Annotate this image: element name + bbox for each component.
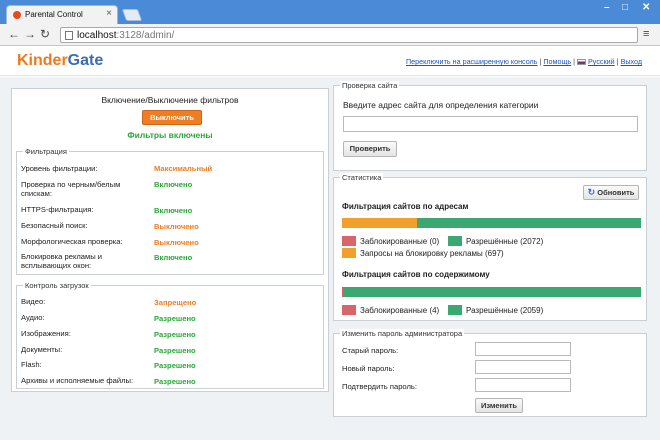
content-filter-bar (342, 287, 641, 297)
blocked-swatch (342, 236, 356, 246)
help-link[interactable]: Помощь (543, 57, 571, 66)
browser-tabbar: Parental Control × – □ ✕ (0, 0, 660, 24)
ads-swatch (342, 248, 356, 258)
filter-level-value: Максимальный (154, 164, 213, 173)
password-panel: Изменить пароль администратора Старый па… (333, 329, 647, 417)
filtering-legend: Фильтрация (23, 147, 69, 156)
filtering-section: Фильтрация Уровень фильтрации: Максималь… (16, 147, 324, 275)
switch-console-link[interactable]: Переключить на расширенную консоль (406, 57, 538, 66)
downloads-legend: Контроль загрузок (23, 281, 91, 290)
archives-value: Разрешено (154, 377, 196, 386)
page-content: Включение/Выключение фильтров Выключить … (0, 77, 660, 440)
disable-filters-button[interactable]: Выключить (142, 110, 202, 125)
address-ads-segment (342, 218, 417, 228)
safe-search-value: Выключено (154, 222, 199, 231)
filter-level-label: Уровень фильтрации: (21, 164, 98, 173)
downloads-section: Контроль загрузок Видео: Запрещено Аудио… (16, 281, 324, 389)
images-value: Разрешено (154, 330, 196, 339)
filter-toggle-title: Включение/Выключение фильтров (101, 95, 239, 105)
morphology-check-label: Морфологическая проверка: (21, 237, 123, 246)
content-allowed-label: Разрешённые (2059) (466, 306, 544, 315)
site-check-legend: Проверка сайта (340, 81, 400, 90)
address-ads-label: Запросы на блокировку рекламы (697) (360, 249, 504, 258)
flash-label: Flash: (21, 360, 42, 369)
favicon-icon (13, 11, 21, 19)
refresh-icon: ↻ (587, 187, 596, 197)
old-password-input[interactable] (475, 342, 571, 356)
tab-close-icon[interactable]: × (106, 8, 112, 19)
blacklist-check-label: Проверка по черным/белым спискам: (21, 180, 121, 198)
maximize-icon[interactable]: □ (622, 2, 628, 13)
minimize-icon[interactable]: – (604, 2, 610, 13)
reload-icon[interactable]: ↻ (40, 27, 50, 41)
tab-title: Parental Control (25, 10, 83, 19)
audio-value: Разрешено (154, 314, 196, 323)
forward-icon[interactable]: → (24, 27, 36, 41)
site-check-prompt: Введите адрес сайта для определения кате… (343, 100, 539, 110)
ad-block-label: Блокировка рекламы и всплывающих окон: (21, 252, 103, 270)
check-site-button[interactable]: Проверить (343, 141, 397, 157)
https-filter-value: Включено (154, 206, 193, 215)
archives-label: Архивы и исполняемые файлы: (21, 376, 134, 385)
confirm-password-input[interactable] (475, 378, 571, 392)
browser-menu-icon[interactable]: ≡ (643, 28, 649, 40)
address-allowed-label: Разрешённые (2072) (466, 237, 544, 246)
https-filter-label: HTTPS-фильтрация: (21, 205, 94, 214)
password-legend: Изменить пароль администратора (340, 329, 465, 338)
address-filter-bar (342, 218, 641, 228)
new-password-input[interactable] (475, 360, 571, 374)
content-blocked-label: Заблокированные (4) (360, 306, 440, 315)
ad-block-value: Включено (154, 253, 193, 262)
content-blocked-swatch (342, 305, 356, 315)
browser-toolbar: ← → ↻ localhost:3128/admin/ ≡ (0, 24, 660, 46)
allowed-swatch (448, 236, 462, 246)
audio-label: Аудио: (21, 313, 45, 322)
old-password-label: Старый пароль: (342, 346, 399, 355)
new-password-label: Новый пароль: (342, 364, 395, 373)
confirm-password-label: Подтвердить пароль: (342, 382, 417, 391)
new-tab-button[interactable] (121, 9, 143, 21)
address-blocked-label: Заблокированные (0) (360, 237, 440, 246)
back-icon[interactable]: ← (8, 27, 20, 41)
flash-value: Разрешено (154, 361, 196, 370)
close-window-icon[interactable]: ✕ (642, 2, 650, 13)
content-allowed-segment (343, 287, 641, 297)
kindergate-logo: KinderGate (17, 52, 104, 69)
language-link[interactable]: Русский (588, 57, 615, 66)
address-bar[interactable]: localhost:3128/admin/ (60, 27, 638, 43)
logout-link[interactable]: Выход (621, 57, 643, 66)
statistics-panel: Статистика ↻ Обновить Фильтрация сайтов … (333, 173, 647, 321)
video-label: Видео: (21, 297, 46, 306)
blacklist-check-value: Включено (154, 180, 193, 189)
site-check-panel: Проверка сайта Введите адрес сайта для о… (333, 81, 647, 171)
refresh-button[interactable]: ↻ Обновить (583, 185, 639, 200)
images-label: Изображения: (21, 329, 71, 338)
documents-value: Разрешено (154, 346, 196, 355)
content-filter-title: Фильтрация сайтов по содержимому (342, 270, 490, 279)
page-header: KinderGate Переключить на расширенную ко… (0, 47, 660, 76)
filters-status: Фильтры включены (127, 130, 213, 140)
statistics-legend: Статистика (340, 173, 384, 182)
header-links: Переключить на расширенную консоль | Пом… (406, 57, 643, 66)
content-allowed-swatch (448, 305, 462, 315)
morphology-check-value: Выключено (154, 238, 199, 247)
left-panel: Включение/Выключение фильтров Выключить … (11, 88, 329, 392)
address-allowed-segment (417, 218, 641, 228)
site-url-input[interactable] (343, 116, 638, 132)
page-icon (65, 31, 73, 40)
safe-search-label: Безопасный поиск: (21, 221, 88, 230)
address-filter-title: Фильтрация сайтов по адресам (342, 202, 469, 211)
documents-label: Документы: (21, 345, 63, 354)
refresh-label: Обновить (597, 188, 635, 197)
browser-tab[interactable]: Parental Control × (6, 5, 118, 24)
video-value: Запрещено (154, 298, 197, 307)
russian-flag-icon (577, 59, 587, 65)
url-text: localhost:3128/admin/ (77, 30, 175, 41)
change-password-button[interactable]: Изменить (475, 398, 523, 413)
